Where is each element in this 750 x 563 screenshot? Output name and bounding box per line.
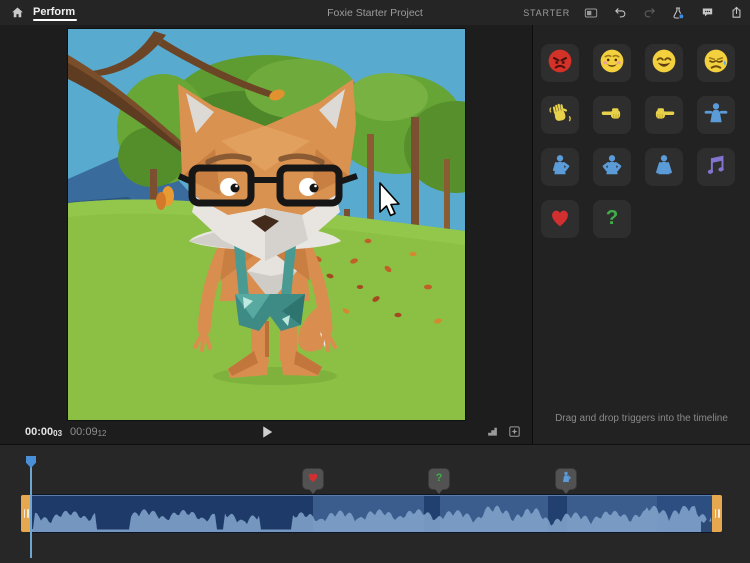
trigger-laughing[interactable] xyxy=(645,44,683,82)
timecode: 00:0003 00:0912 xyxy=(25,426,106,438)
total-time: 00:09 xyxy=(70,426,98,438)
share-icon[interactable] xyxy=(728,5,744,21)
trigger-music[interactable] xyxy=(697,148,735,186)
trim-handle-right[interactable] xyxy=(712,495,722,532)
topbar-actions: STARTER xyxy=(523,0,744,25)
trigger-pose-hands-on-hips[interactable] xyxy=(593,148,631,186)
flask-icon[interactable] xyxy=(670,5,686,21)
comment-icon[interactable] xyxy=(699,5,715,21)
trigger-sad[interactable] xyxy=(697,44,735,82)
person-hands-on-hips-icon xyxy=(599,152,625,183)
trigger-grid: ? xyxy=(541,44,735,238)
heart-icon xyxy=(547,204,573,235)
stage-scene xyxy=(68,29,465,420)
trigger-point-left[interactable] xyxy=(593,96,631,134)
stage-canvas[interactable] xyxy=(68,29,465,420)
mode-switch-icon[interactable] xyxy=(583,5,599,21)
playhead-line xyxy=(30,467,32,558)
playhead-handle[interactable] xyxy=(26,456,36,468)
triggers-panel: ? Drag and drop triggers into the timeli… xyxy=(533,25,750,445)
angry-face-icon xyxy=(547,48,573,79)
person-arms-out-icon xyxy=(703,100,729,131)
trigger-pose-hand-on-hip[interactable] xyxy=(541,148,579,186)
redo-icon[interactable] xyxy=(641,5,657,21)
point-left-hand-icon xyxy=(599,100,625,131)
play-button[interactable] xyxy=(258,423,276,441)
point-right-hand-icon xyxy=(651,100,677,131)
topbar: Perform Foxie Starter Project STARTER xyxy=(0,0,750,26)
tab-perform-underline xyxy=(33,19,77,21)
trigger-embarrassed[interactable] xyxy=(593,44,631,82)
timeline-marker-heart[interactable] xyxy=(303,469,323,496)
question-icon: ? xyxy=(599,204,625,235)
scene-fx-icon[interactable] xyxy=(507,424,522,439)
person-icon xyxy=(559,470,573,489)
embarrassed-face-icon xyxy=(599,48,625,79)
person-hand-on-hip-icon xyxy=(547,152,573,183)
undo-icon[interactable] xyxy=(612,5,628,21)
triggers-hint: Drag and drop triggers into the timeline xyxy=(533,413,750,424)
music-note-icon xyxy=(703,152,729,183)
question-icon: ? xyxy=(432,470,446,489)
wave-hand-icon xyxy=(547,100,573,131)
trigger-heart[interactable] xyxy=(541,200,579,238)
current-frames: 03 xyxy=(53,429,62,438)
timeline-panel: ? xyxy=(0,444,750,563)
trigger-angry[interactable] xyxy=(541,44,579,82)
trigger-pose-arms-down[interactable] xyxy=(645,148,683,186)
sad-face-icon xyxy=(703,48,729,79)
total-frames: 12 xyxy=(98,429,107,438)
audio-track xyxy=(21,495,722,532)
current-time: 00:00 xyxy=(25,426,53,438)
svg-text:?: ? xyxy=(606,206,619,229)
svg-text:?: ? xyxy=(436,471,443,483)
heart-icon xyxy=(306,470,320,489)
timeline-marker-question[interactable]: ? xyxy=(429,469,449,496)
trigger-arms-out[interactable] xyxy=(697,96,735,134)
levels-icon[interactable] xyxy=(485,424,500,439)
person-arms-down-icon xyxy=(651,152,677,183)
trigger-point-right[interactable] xyxy=(645,96,683,134)
trigger-question[interactable]: ? xyxy=(593,200,631,238)
starter-mode-label: STARTER xyxy=(523,8,570,18)
trigger-wave[interactable] xyxy=(541,96,579,134)
transport-bar: 00:0003 00:0912 xyxy=(0,420,532,444)
waveform-track[interactable] xyxy=(31,495,712,532)
timeline-marker-person[interactable] xyxy=(556,469,576,496)
laughing-face-icon xyxy=(651,48,677,79)
